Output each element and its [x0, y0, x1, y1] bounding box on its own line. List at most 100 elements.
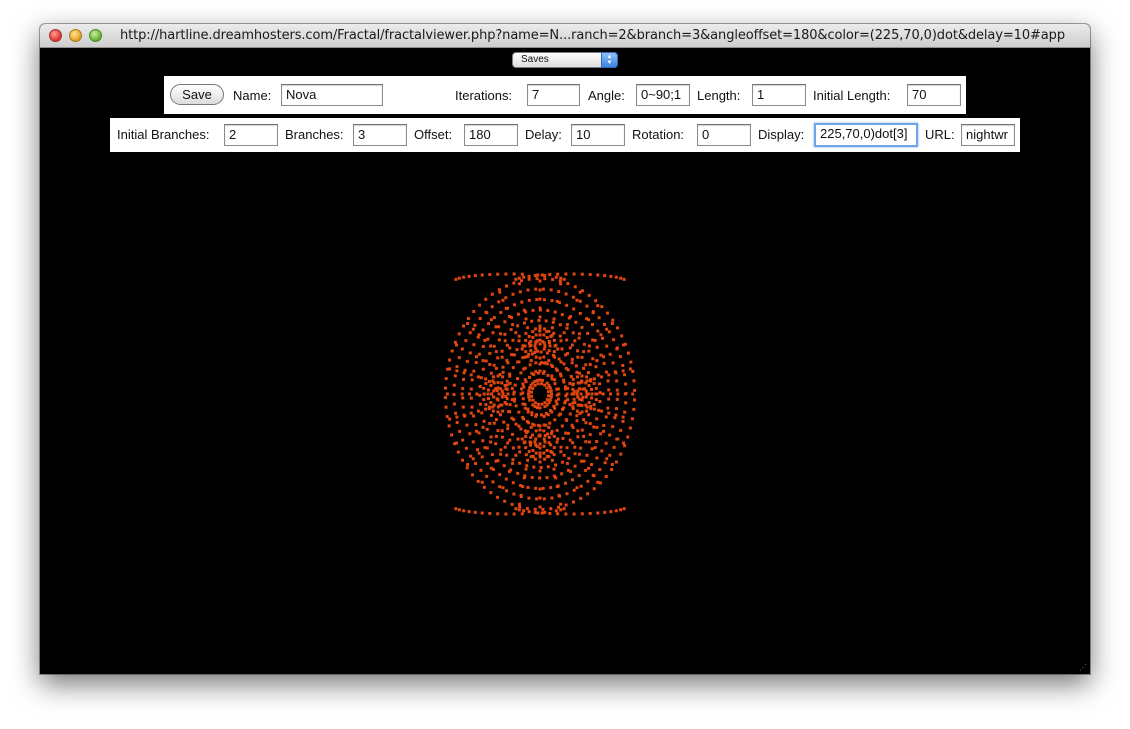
fractal-dot — [630, 417, 634, 421]
fractal-dot — [535, 298, 539, 302]
resize-grip-icon[interactable]: ⋰ — [1079, 663, 1087, 672]
fractal-dot — [585, 453, 589, 457]
fractal-dot — [505, 379, 509, 383]
fractal-dot — [547, 359, 551, 363]
fractal-dot — [500, 435, 504, 439]
fractal-dot — [450, 433, 453, 437]
fractal-dot — [542, 333, 546, 337]
fractal-dot — [615, 388, 619, 392]
fractal-dot — [604, 370, 608, 374]
fractal-dot — [556, 387, 560, 391]
fractal-dot — [580, 374, 584, 378]
fractal-dot — [543, 327, 547, 331]
fractal-dot — [562, 277, 566, 281]
fractal-dot — [588, 363, 592, 366]
fractal-dot — [582, 459, 586, 463]
fractal-dot — [472, 369, 476, 373]
fractal-dot — [611, 318, 615, 322]
fractal-dot — [552, 338, 556, 342]
fractal-dot — [520, 347, 524, 351]
fractal-dot — [530, 371, 534, 375]
fractal-dot — [542, 355, 546, 359]
fractal-dot — [519, 392, 523, 396]
angle-input[interactable]: 0~90;1 — [636, 84, 690, 106]
fractal-dot — [527, 277, 531, 281]
fractal-dot — [607, 397, 611, 401]
fractal-dot — [466, 317, 470, 320]
fractal-dot — [609, 392, 612, 396]
fractal-dot — [538, 455, 542, 459]
fractal-dot — [530, 476, 534, 479]
fractal-dot — [619, 276, 623, 280]
minimize-window-icon[interactable] — [69, 29, 82, 42]
fractal-dot — [584, 440, 588, 444]
fractal-dot — [571, 383, 575, 387]
fractal-dot — [479, 376, 483, 380]
fractal-canvas[interactable] — [40, 134, 1090, 674]
fractal-dot — [492, 403, 496, 407]
fractal-dot — [580, 325, 584, 329]
fractal-dot — [621, 369, 625, 373]
fractal-dot — [474, 462, 477, 465]
initial-length-input[interactable]: 70 — [907, 84, 961, 106]
fractal-dot — [512, 492, 516, 496]
fractal-dot — [538, 306, 542, 310]
fractal-dot — [538, 469, 542, 473]
fractal-dot — [615, 437, 619, 441]
fractal-dot — [512, 392, 516, 396]
fractal-dot — [590, 463, 593, 466]
fractal-dot — [601, 336, 604, 340]
close-window-icon[interactable] — [49, 29, 62, 42]
fractal-dot — [623, 444, 627, 448]
fractal-dot — [492, 421, 496, 425]
fractal-dot — [525, 464, 529, 468]
length-input[interactable]: 1 — [752, 84, 806, 106]
fractal-dot — [484, 377, 488, 381]
fractal-dot — [523, 378, 527, 382]
fractal-dot — [578, 290, 582, 294]
fractal-dot — [533, 344, 537, 348]
fractal-dot — [561, 436, 565, 440]
fractal-dot — [500, 381, 504, 385]
fractal-dot — [516, 437, 520, 441]
fractal-dot — [506, 392, 510, 396]
fractal-dot — [517, 339, 521, 343]
fractal-dot — [584, 381, 588, 385]
save-button[interactable]: Save — [170, 84, 224, 105]
fractal-dot — [586, 479, 590, 483]
name-input[interactable]: Nova — [281, 84, 383, 106]
fractal-dot — [534, 414, 538, 418]
fractal-dot — [596, 480, 600, 484]
fractal-dot — [569, 375, 573, 378]
fractal-dot — [588, 422, 592, 425]
fractal-dot — [568, 346, 572, 350]
fractal-dot — [484, 403, 488, 407]
fractal-dot — [480, 273, 484, 277]
fractal-dot — [494, 434, 498, 438]
fractal-dot — [579, 484, 583, 488]
fractal-dot — [514, 404, 518, 408]
fractal-dot — [590, 447, 594, 451]
saves-dropdown[interactable]: Saves ▲ ▼ — [512, 52, 618, 68]
iterations-input[interactable]: 7 — [527, 84, 580, 106]
name-label: Name: — [233, 88, 272, 103]
fractal-dot — [466, 463, 470, 466]
fractal-dot — [512, 272, 516, 276]
fractal-dot — [517, 424, 521, 428]
fractal-dot — [511, 461, 515, 465]
fractal-dot — [615, 379, 619, 383]
zoom-window-icon[interactable] — [89, 29, 102, 42]
fractal-dot — [587, 318, 591, 322]
fractal-dot — [550, 299, 554, 303]
fractal-dot — [538, 505, 542, 509]
fractal-dot — [559, 450, 563, 454]
fractal-dot — [621, 415, 625, 419]
fractal-dot — [575, 486, 579, 490]
fractal-dot — [602, 424, 606, 427]
fractal-dot — [566, 431, 570, 435]
fractal-dot — [594, 299, 598, 303]
fractal-dot — [505, 387, 509, 391]
fractal-dot — [492, 363, 496, 367]
fractal-dot — [598, 481, 602, 485]
fractal-dot — [478, 317, 482, 320]
